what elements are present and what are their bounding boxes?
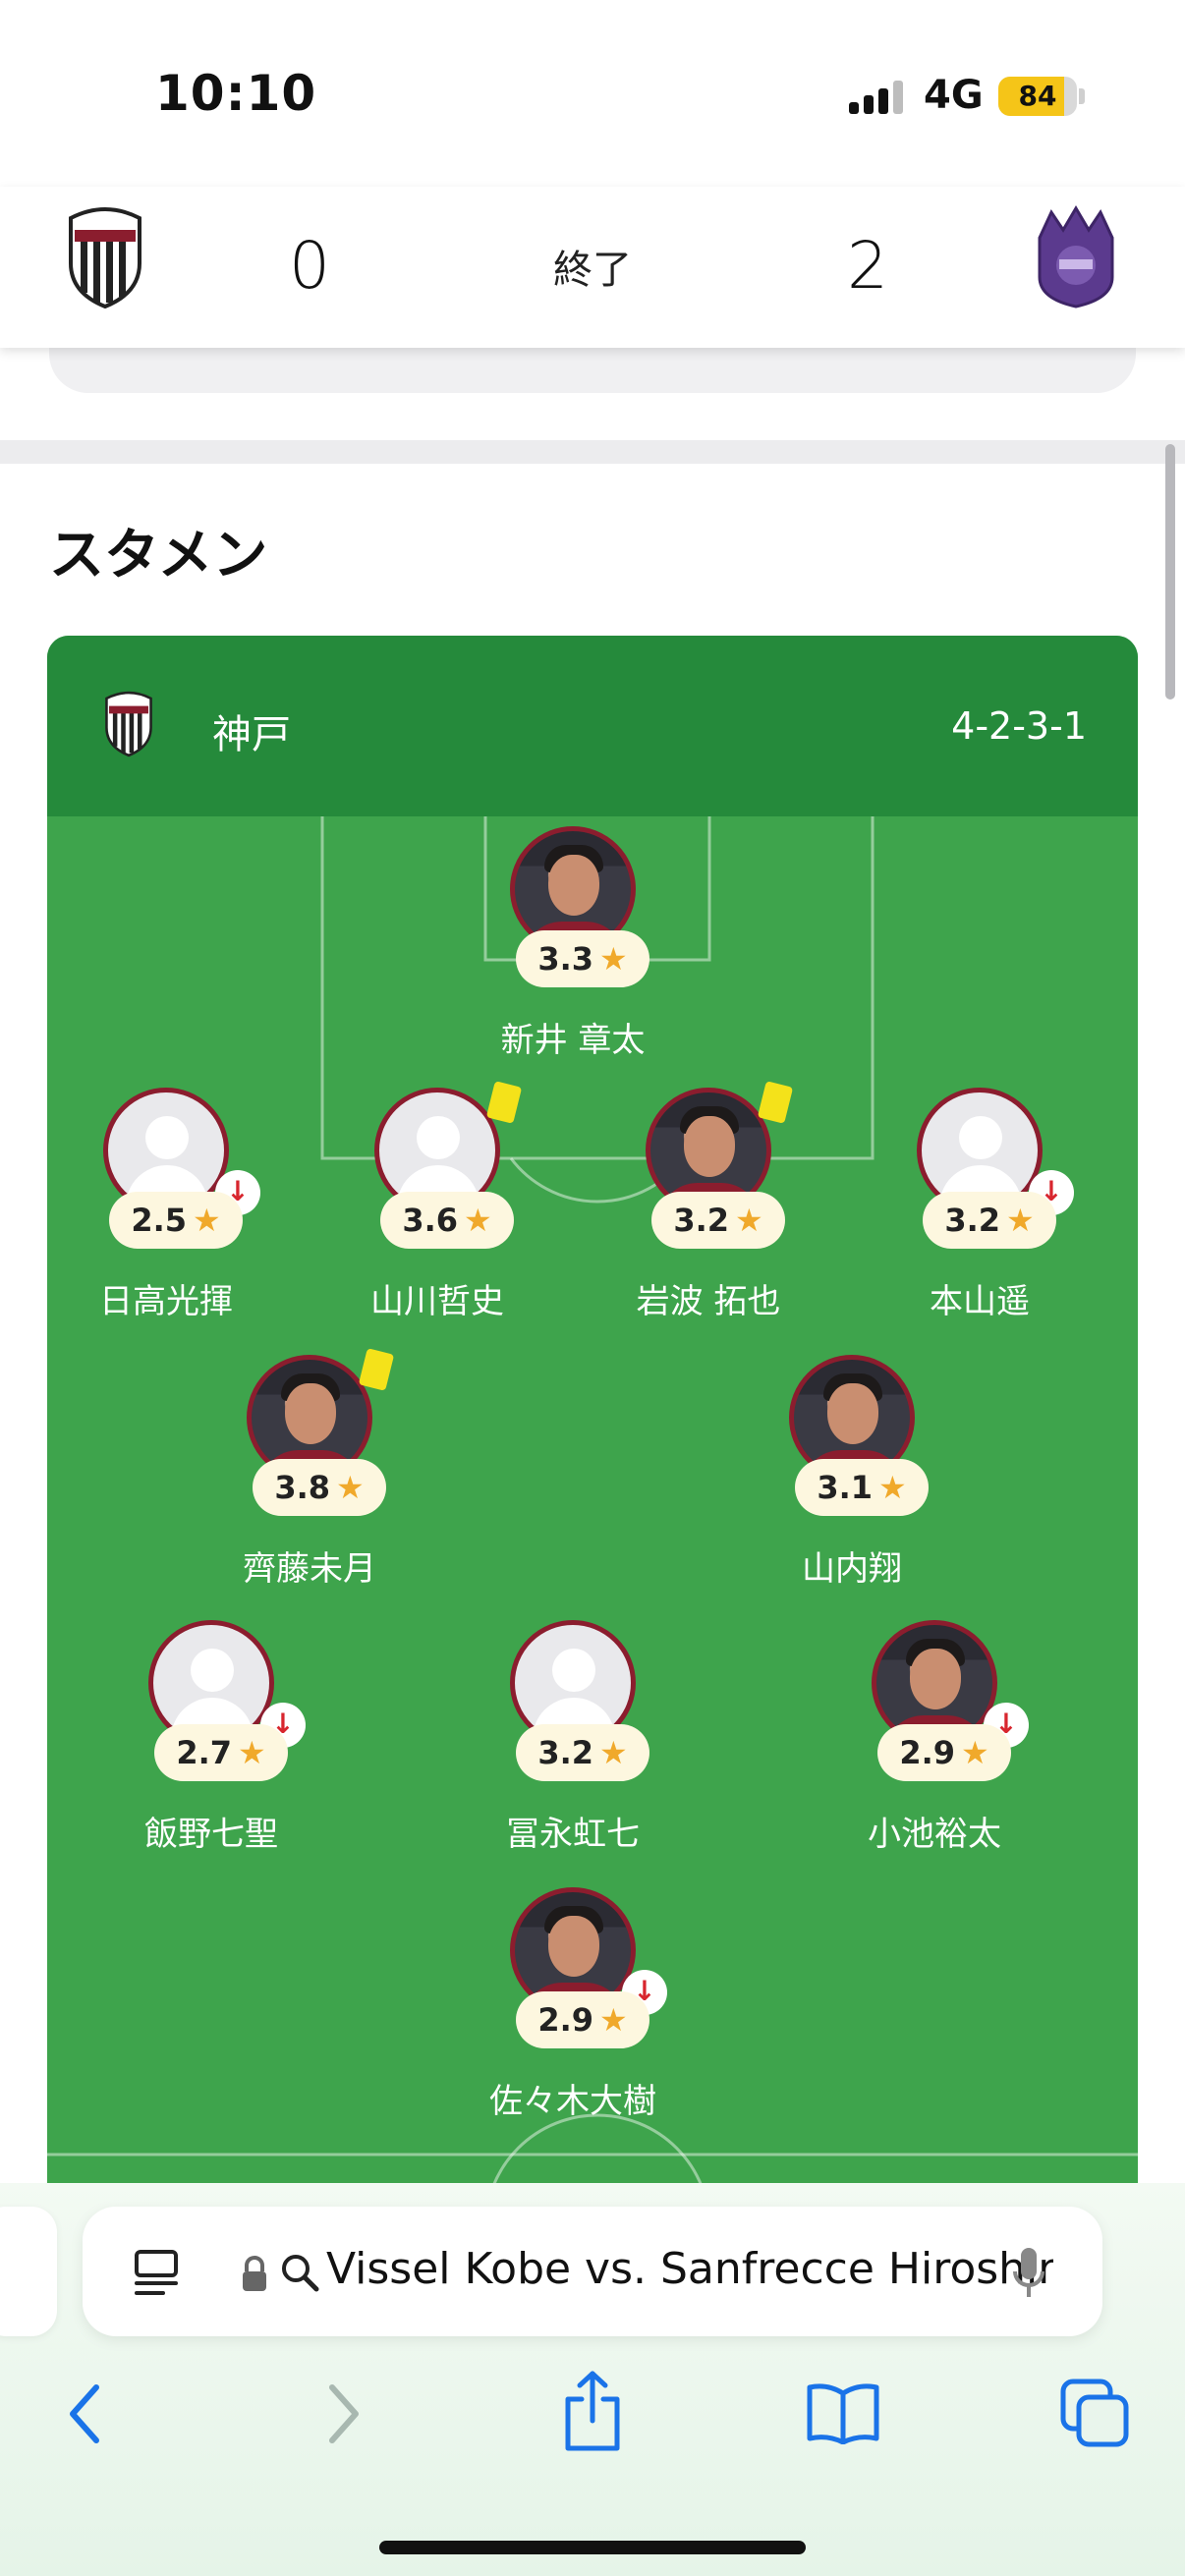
forward-icon[interactable] [318, 2380, 367, 2448]
rating-value: 2.9 [899, 1734, 955, 1771]
player-name: 日高光揮 [99, 1282, 233, 1321]
player-name: 山内翔 [802, 1549, 902, 1589]
player-rating: 2.7 ★ [154, 1724, 288, 1781]
rating-value: 3.2 [673, 1202, 729, 1239]
away-score: 2 [847, 228, 888, 304]
back-icon[interactable] [61, 2380, 110, 2448]
player-slot[interactable]: 3.3 ★ 新井 章太 [445, 826, 701, 1060]
yellow-card-icon [757, 1081, 794, 1124]
player-rating: 2.9 ★ [877, 1724, 1011, 1781]
player-name: 本山遥 [930, 1282, 1030, 1321]
player-rating: 3.6 ★ [380, 1192, 514, 1249]
star-icon: ★ [599, 1734, 628, 1771]
star-icon: ★ [599, 2001, 628, 2039]
home-indicator[interactable] [379, 2541, 806, 2554]
network-type: 4G [924, 73, 984, 118]
previous-tab-preview[interactable] [0, 2207, 57, 2336]
player-slot[interactable]: 3.6 ★ 山川哲史 [310, 1081, 565, 1321]
star-icon: ★ [193, 1202, 221, 1239]
match-score-header: 0 終了 2 [0, 187, 1185, 348]
team-name: 神戸 [212, 712, 291, 757]
status-bar: 10:10 4G 84 [0, 0, 1185, 187]
star-icon: ★ [464, 1202, 492, 1239]
pitch: 3.3 ★ 新井 章太 ↓ 2.5 ★ 日高光揮 3.6 ★ 山川哲史 3.2 ★ 岩波 拓也 ↓ 3.2 ★… [47, 816, 1138, 2227]
signal-icon [849, 81, 904, 114]
player-slot[interactable]: ↓ 2.9 ★ 小池裕太 [807, 1620, 1062, 1854]
section-title: スタメン [49, 524, 268, 588]
player-rating: 3.1 ★ [795, 1459, 929, 1516]
rating-value: 3.6 [402, 1202, 458, 1239]
match-status: 終了 [553, 248, 632, 293]
sanfrecce-hiroshima-crest-icon[interactable] [1032, 204, 1120, 308]
rating-value: 2.7 [176, 1734, 232, 1771]
formation: 4-2-3-1 [951, 704, 1087, 748]
lineup-card: 神戸 4-2-3-1 3.3 ★ 新井 章太 ↓ 2.5 ★ 日高光揮 3.6 ★ 山川哲史 3.2… [47, 636, 1138, 2227]
address-text[interactable]: Vissel Kobe vs. Sanfrecce Hiroshima [326, 2244, 1053, 2294]
player-name: 飯野七聖 [144, 1815, 278, 1854]
address-bar[interactable]: Vissel Kobe vs. Sanfrecce Hiroshima [83, 2207, 1102, 2336]
player-name: 佐々木大樹 [489, 2082, 656, 2121]
player-slot[interactable]: 3.2 ★ 岩波 拓也 [581, 1081, 836, 1321]
player-name: 岩波 拓也 [636, 1282, 781, 1321]
rating-value: 2.5 [131, 1202, 187, 1239]
player-name: 冨永虹七 [506, 1815, 640, 1854]
star-icon: ★ [599, 940, 628, 978]
status-time: 10:10 [155, 65, 317, 122]
player-name: 山川哲史 [370, 1282, 504, 1321]
player-slot[interactable]: ↓ 2.7 ★ 飯野七聖 [84, 1620, 339, 1854]
browser-toolbar: Vissel Kobe vs. Sanfrecce Hiroshima [0, 2183, 1185, 2576]
share-icon[interactable] [560, 2370, 625, 2452]
battery-icon: 84 [998, 77, 1077, 116]
microphone-icon[interactable] [1012, 2246, 1045, 2299]
rating-value: 3.8 [274, 1469, 330, 1506]
star-icon: ★ [238, 1734, 266, 1771]
rating-value: 3.2 [944, 1202, 1000, 1239]
player-rating: 3.8 ★ [253, 1459, 386, 1516]
yellow-card-icon [358, 1348, 395, 1391]
scrollbar[interactable] [1165, 444, 1175, 700]
battery-level: 84 [1018, 80, 1057, 112]
vissel-kobe-crest-icon [105, 691, 152, 757]
section-divider [0, 440, 1185, 464]
star-icon: ★ [878, 1469, 907, 1506]
player-rating: 3.2 ★ [516, 1724, 649, 1781]
rating-value: 3.3 [537, 940, 593, 978]
player-rating: 3.2 ★ [923, 1192, 1056, 1249]
lineup-header: 神戸 4-2-3-1 [47, 636, 1138, 816]
player-name: 新井 章太 [500, 1021, 646, 1060]
bookmarks-icon[interactable] [806, 2381, 880, 2444]
yellow-card-icon [485, 1081, 523, 1124]
rating-value: 3.1 [817, 1469, 873, 1506]
player-rating: 2.9 ★ [516, 1991, 649, 2048]
player-slot[interactable]: 3.1 ★ 山内翔 [724, 1355, 980, 1589]
player-rating: 3.3 ★ [516, 930, 649, 987]
player-name: 小池裕太 [868, 1815, 1001, 1854]
player-rating: 3.2 ★ [651, 1192, 785, 1249]
star-icon: ★ [961, 1734, 989, 1771]
star-icon: ★ [1006, 1202, 1035, 1239]
player-name: 齊藤未月 [243, 1549, 376, 1589]
reader-icon[interactable] [132, 2248, 181, 2297]
search-icon [282, 2255, 319, 2292]
lock-icon [243, 2256, 266, 2291]
star-icon: ★ [735, 1202, 763, 1239]
star-icon: ★ [336, 1469, 365, 1506]
player-slot[interactable]: ↓ 2.9 ★ 佐々木大樹 [445, 1887, 701, 2121]
tabs-icon[interactable] [1059, 2378, 1130, 2448]
player-slot[interactable]: ↓ 2.5 ★ 日高光揮 [47, 1088, 294, 1321]
rating-value: 2.9 [537, 2001, 593, 2039]
player-slot[interactable]: ↓ 3.2 ★ 本山遥 [852, 1088, 1107, 1321]
player-slot[interactable]: 3.2 ★ 冨永虹七 [445, 1620, 701, 1854]
rating-value: 3.2 [537, 1734, 593, 1771]
player-rating: 2.5 ★ [109, 1192, 243, 1249]
player-slot[interactable]: 3.8 ★ 齊藤未月 [182, 1348, 437, 1589]
battery-nub [1079, 88, 1085, 104]
